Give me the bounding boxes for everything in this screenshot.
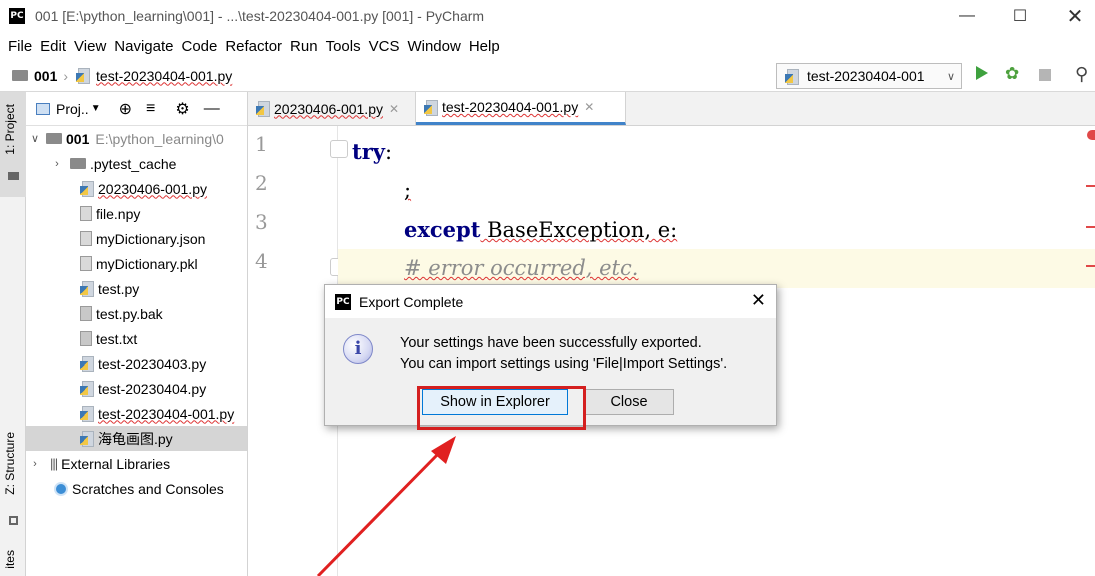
- pycharm-window: PC 001 [E:\python_learning\001] - ...\te…: [0, 0, 1095, 576]
- annotation-arrow: [316, 436, 456, 576]
